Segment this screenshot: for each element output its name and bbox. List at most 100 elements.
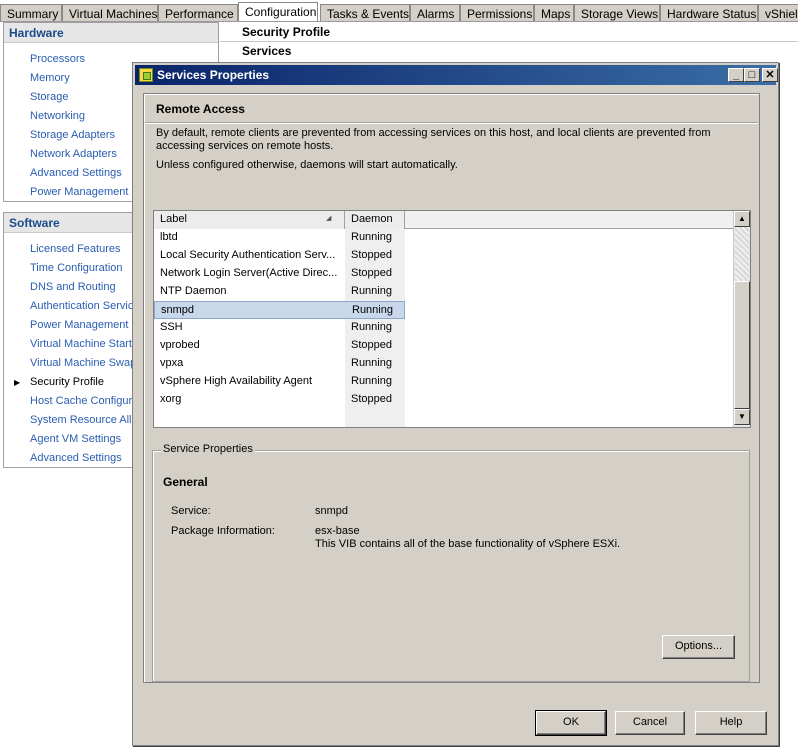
service-daemon: Stopped bbox=[351, 249, 392, 261]
package-info-label: Package Information: bbox=[171, 525, 275, 537]
tab-virtual-machines[interactable]: Virtual Machines bbox=[62, 4, 158, 21]
dialog-titlebar[interactable]: Services Properties _ □ ✕ bbox=[135, 65, 778, 85]
tab-performance[interactable]: Performance bbox=[158, 4, 238, 21]
nav-storage[interactable]: Storage bbox=[30, 91, 69, 103]
close-icon[interactable]: ✕ bbox=[762, 68, 778, 82]
hardware-header: Hardware bbox=[4, 23, 218, 43]
list-item[interactable]: SSH Running bbox=[154, 319, 405, 337]
list-scrollbar[interactable]: ▲ ▼ bbox=[733, 211, 750, 427]
service-label: snmpd bbox=[161, 304, 195, 316]
daemon-autostart-note: Unless configured otherwise, daemons wil… bbox=[156, 159, 458, 171]
service-label: Network Login Server(Active Direc... bbox=[160, 267, 338, 279]
content-divider bbox=[220, 41, 798, 42]
service-daemon: Running bbox=[351, 321, 392, 333]
scroll-up-icon[interactable]: ▲ bbox=[734, 211, 750, 227]
column-daemon-text: Daemon bbox=[351, 213, 393, 225]
vmware-app-icon bbox=[139, 68, 153, 82]
nav-dns-routing[interactable]: DNS and Routing bbox=[30, 281, 116, 293]
nav-network-adapters[interactable]: Network Adapters bbox=[30, 148, 117, 160]
service-label: SSH bbox=[160, 321, 183, 333]
general-title: General bbox=[163, 475, 208, 489]
nav-networking[interactable]: Networking bbox=[30, 110, 85, 122]
tab-hardware-status[interactable]: Hardware Status bbox=[660, 4, 758, 21]
nav-processors[interactable]: Processors bbox=[30, 53, 85, 65]
tab-summary[interactable]: Summary bbox=[0, 4, 62, 21]
scroll-track[interactable] bbox=[735, 227, 749, 281]
tab-maps[interactable]: Maps bbox=[534, 4, 574, 21]
remote-access-title: Remote Access bbox=[156, 102, 245, 116]
help-button[interactable]: Help bbox=[695, 711, 767, 735]
scroll-down-icon[interactable]: ▼ bbox=[734, 409, 750, 425]
nav-system-resource[interactable]: System Resource Allo bbox=[30, 414, 138, 426]
nav-memory[interactable]: Memory bbox=[30, 72, 70, 84]
nav-licensed-features[interactable]: Licensed Features bbox=[30, 243, 121, 255]
security-profile-title: Security Profile bbox=[242, 25, 331, 39]
minimize-icon[interactable]: _ bbox=[728, 68, 744, 82]
nav-vm-swapfile[interactable]: Virtual Machine Swapf bbox=[30, 357, 139, 369]
service-properties-group: Service Properties General Service: snmp… bbox=[152, 443, 750, 682]
tab-vshield[interactable]: vShield bbox=[758, 4, 798, 21]
service-label: vpxa bbox=[160, 357, 184, 369]
service-label: xorg bbox=[160, 393, 182, 405]
current-item-arrow-icon: ▶ bbox=[14, 378, 21, 387]
tab-storage-views[interactable]: Storage Views bbox=[574, 4, 660, 21]
column-label-text: Label bbox=[160, 213, 187, 225]
service-label: NTP Daemon bbox=[160, 285, 227, 297]
service-daemon: Running bbox=[351, 231, 392, 243]
remote-access-description: By default, remote clients are prevented… bbox=[156, 127, 711, 152]
options-button[interactable]: Options... bbox=[662, 635, 735, 659]
column-header-daemon[interactable]: Daemon bbox=[345, 211, 405, 229]
service-daemon: Stopped bbox=[351, 339, 392, 351]
list-item[interactable]: vSphere High Availability Agent Running bbox=[154, 373, 405, 391]
nav-advanced-settings-hw[interactable]: Advanced Settings bbox=[30, 167, 122, 179]
nav-host-cache[interactable]: Host Cache Configura bbox=[30, 395, 138, 407]
package-name: esx-base bbox=[315, 525, 360, 537]
service-daemon: Stopped bbox=[351, 267, 392, 279]
nav-authentication-services[interactable]: Authentication Servic bbox=[30, 300, 133, 312]
list-item[interactable]: Network Login Server(Active Direc... Stop… bbox=[154, 265, 405, 283]
services-list[interactable]: Label ◢ Daemon lbtd Running Local Securit… bbox=[153, 210, 751, 428]
service-label: vprobed bbox=[160, 339, 200, 351]
nav-security-profile[interactable]: Security Profile bbox=[30, 376, 104, 388]
tab-configuration[interactable]: Configuration bbox=[238, 2, 318, 21]
scroll-thumb[interactable] bbox=[734, 281, 750, 409]
nav-agent-vm-settings[interactable]: Agent VM Settings bbox=[30, 433, 121, 445]
maximize-icon[interactable]: □ bbox=[744, 68, 760, 82]
column-header-label[interactable]: Label bbox=[154, 211, 345, 229]
service-label: Service: bbox=[171, 505, 211, 517]
list-item[interactable]: NTP Daemon Running bbox=[154, 283, 405, 301]
tab-tasks-events[interactable]: Tasks & Events bbox=[320, 4, 410, 21]
main-tab-bar: Summary Virtual Machines Performance Con… bbox=[0, 0, 798, 22]
service-properties-title: Service Properties bbox=[161, 443, 255, 455]
nav-power-management-hw[interactable]: Power Management bbox=[30, 186, 128, 198]
cancel-button[interactable]: Cancel bbox=[615, 711, 685, 735]
remote-access-divider bbox=[145, 122, 758, 123]
service-daemon: Running bbox=[351, 375, 392, 387]
service-daemon: Running bbox=[351, 285, 392, 297]
list-item[interactable]: vpxa Running bbox=[154, 355, 405, 373]
list-item[interactable]: Local Security Authentication Serv... Sto… bbox=[154, 247, 405, 265]
nav-storage-adapters[interactable]: Storage Adapters bbox=[30, 129, 115, 141]
service-daemon: Running bbox=[351, 357, 392, 369]
content-area: Security Profile Services bbox=[220, 22, 798, 62]
service-label: Local Security Authentication Serv... bbox=[160, 249, 336, 261]
service-daemon: Stopped bbox=[351, 393, 392, 405]
package-description: This VIB contains all of the base functi… bbox=[315, 538, 621, 550]
nav-time-configuration[interactable]: Time Configuration bbox=[30, 262, 123, 274]
service-label: lbtd bbox=[160, 231, 178, 243]
tab-alarms[interactable]: Alarms bbox=[410, 4, 460, 21]
list-item[interactable]: lbtd Running bbox=[154, 229, 405, 247]
list-item-selected[interactable]: snmpd Running bbox=[154, 301, 405, 319]
ok-button[interactable]: OK bbox=[535, 710, 607, 736]
service-value: snmpd bbox=[315, 505, 349, 517]
tab-permissions[interactable]: Permissions bbox=[460, 4, 534, 21]
nav-advanced-settings-sw[interactable]: Advanced Settings bbox=[30, 452, 122, 464]
service-daemon: Running bbox=[352, 304, 393, 316]
sort-arrow-icon: ◢ bbox=[326, 215, 332, 222]
dialog-title: Services Properties bbox=[157, 68, 270, 82]
list-item[interactable]: vprobed Stopped bbox=[154, 337, 405, 355]
nav-power-management-sw[interactable]: Power Management bbox=[30, 319, 128, 331]
list-item[interactable]: xorg Stopped bbox=[154, 391, 405, 409]
services-title: Services bbox=[242, 44, 292, 58]
nav-vm-startup[interactable]: Virtual Machine Startu bbox=[30, 338, 138, 350]
